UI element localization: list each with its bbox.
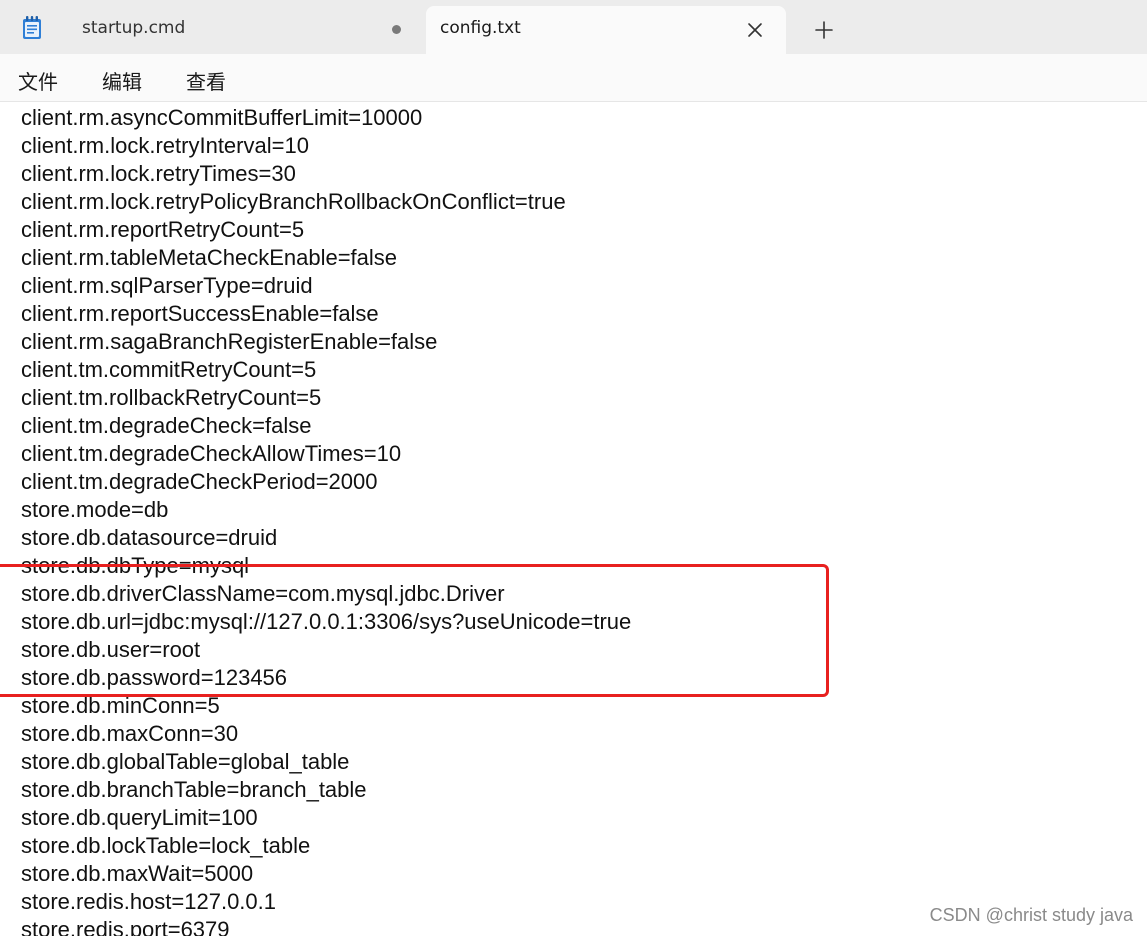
tab-config-txt[interactable]: config.txt	[426, 6, 786, 54]
text-editor[interactable]: client.rm.asyncCommitBufferLimit=10000 cl…	[0, 102, 1147, 936]
editor-line: client.rm.asyncCommitBufferLimit=10000	[21, 105, 423, 130]
tab-label: startup.cmd	[82, 18, 186, 38]
notepad-window: startup.cmd config.txt 文件 编辑 查看 client.r…	[0, 0, 1147, 936]
editor-line: store.db.password=123456	[21, 665, 288, 690]
editor-line: store.db.driverClassName=com.mysql.jdbc.…	[21, 581, 505, 606]
editor-line: client.tm.commitRetryCount=5	[21, 357, 317, 382]
editor-line: store.db.queryLimit=100	[21, 805, 258, 830]
editor-line: store.db.globalTable=global_table	[21, 749, 350, 774]
editor-line: store.db.url=jdbc:mysql://127.0.0.1:3306…	[21, 609, 632, 634]
editor-line: client.rm.sqlParserType=druid	[21, 273, 313, 298]
editor-line: store.db.branchTable=branch_table	[21, 777, 367, 802]
editor-line: store.db.user=root	[21, 637, 201, 662]
menu-edit[interactable]: 编辑	[102, 66, 142, 95]
tab-label: config.txt	[440, 18, 521, 38]
editor-line: client.tm.degradeCheckAllowTimes=10	[21, 441, 402, 466]
menu-view[interactable]: 查看	[186, 66, 226, 95]
editor-line: store.db.dbType=mysql	[21, 553, 250, 578]
editor-line: client.tm.degradeCheck=false	[21, 413, 312, 438]
editor-line: client.rm.reportSuccessEnable=false	[21, 301, 379, 326]
editor-line: store.db.minConn=5	[21, 693, 220, 718]
menu-file[interactable]: 文件	[18, 66, 58, 95]
tab-startup-cmd[interactable]: startup.cmd	[62, 6, 422, 54]
editor-line: store.db.maxWait=5000	[21, 861, 254, 886]
tab-bar: startup.cmd config.txt	[0, 0, 1147, 54]
editor-line: store.redis.port=6379	[21, 917, 230, 936]
watermark: CSDN @christ study java	[929, 905, 1133, 925]
unsaved-dot-icon	[392, 25, 401, 34]
editor-line: client.rm.tableMetaCheckEnable=false	[21, 245, 398, 270]
editor-line: store.db.maxConn=30	[21, 721, 239, 746]
editor-line: client.rm.lock.retryInterval=10	[21, 133, 309, 158]
editor-line: store.db.lockTable=lock_table	[21, 833, 311, 858]
editor-line: client.rm.reportRetryCount=5	[21, 217, 305, 242]
editor-line: client.rm.lock.retryTimes=30	[21, 161, 296, 186]
plus-icon[interactable]	[812, 18, 836, 42]
close-icon[interactable]	[744, 19, 766, 41]
editor-line: client.tm.rollbackRetryCount=5	[21, 385, 322, 410]
notepad-icon	[23, 16, 41, 39]
menu-bar: 文件 编辑 查看	[0, 54, 1147, 102]
editor-line: store.redis.host=127.0.0.1	[21, 889, 276, 914]
editor-line: store.db.datasource=druid	[21, 525, 278, 550]
editor-line: client.rm.sagaBranchRegisterEnable=false	[21, 329, 438, 354]
editor-line: store.mode=db	[21, 497, 169, 522]
editor-line: client.tm.degradeCheckPeriod=2000	[21, 469, 378, 494]
editor-lines: client.rm.asyncCommitBufferLimit=10000 cl…	[21, 104, 631, 936]
editor-line: client.rm.lock.retryPolicyBranchRollback…	[21, 189, 566, 214]
